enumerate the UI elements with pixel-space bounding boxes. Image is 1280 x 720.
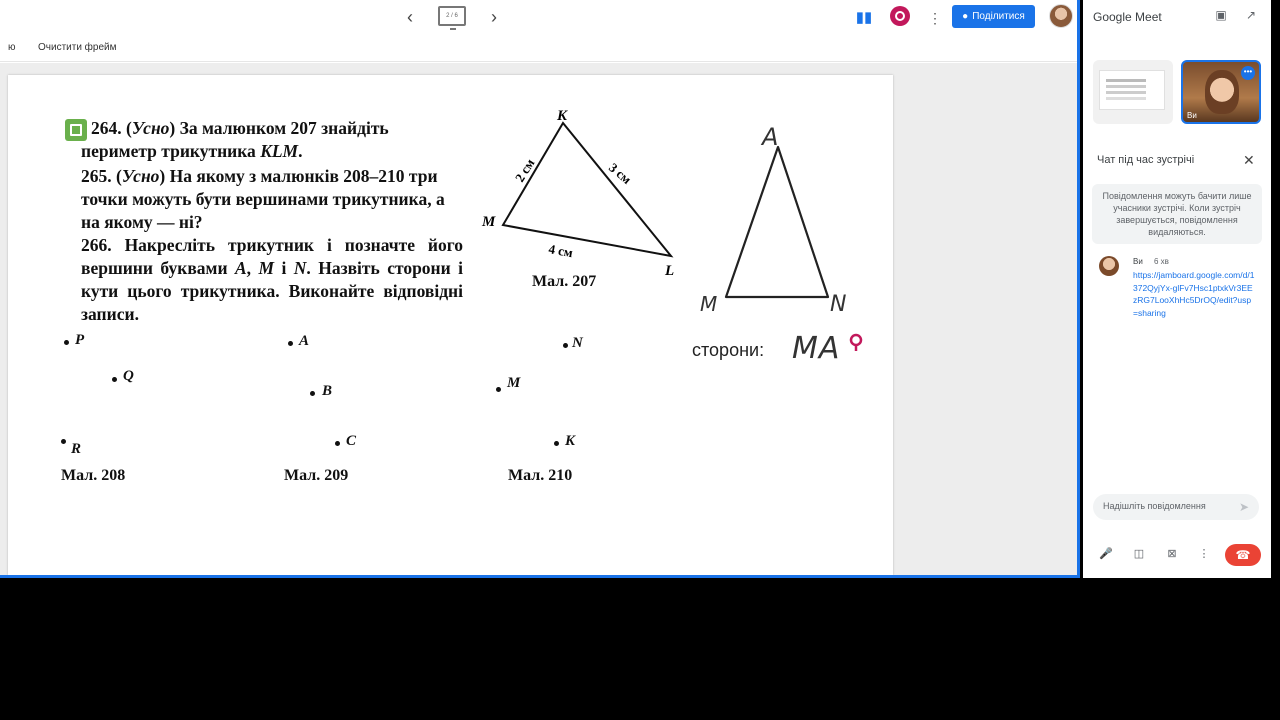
point-q-dot [112,377,117,382]
self-name-label: Ви [1187,111,1197,120]
send-icon[interactable]: ➤ [1239,500,1249,514]
hand-label-n: N [830,292,846,317]
self-video-tile[interactable]: ••• Ви [1181,60,1261,124]
open-in-new-icon[interactable]: ↗ [1243,8,1259,24]
tile-menu-icon[interactable]: ••• [1241,66,1255,80]
message-link[interactable]: https://jamboard.google.com/d/1372QyjYx-… [1133,269,1255,319]
point-m-dot [496,387,501,392]
point-q-label: Q [123,368,134,384]
jamboard-canvas[interactable]: 264. (Усно) За малюнком 207 знайдіть пер… [0,63,1077,575]
point-c-label: C [346,433,357,449]
point-c-dot [335,441,340,446]
figure-208-caption: Мал. 208 [61,467,126,484]
point-a-dot [288,341,293,346]
share-button[interactable]: ● Поділитися [952,5,1035,28]
sides-label: сторони: [692,340,765,360]
meet-side-panel: Google Meet ▣ ↗ ••• Ви Чат під час зустр… [1083,0,1271,578]
problem-264: 264. (Усно) За малюнком 207 знайдіть пер… [81,118,389,161]
triangle-figure-207: K L M 2 см 3 см 4 см [481,108,674,279]
microphone-icon[interactable]: 🎤 [1097,545,1115,563]
message-time: 6 хв [1154,257,1169,266]
point-n-label: N [572,335,583,351]
more-options-icon[interactable]: ⋮ [928,7,942,29]
handwritten-sides: MA [792,331,863,366]
handwritten-ma: MA [792,331,840,366]
textbook-frame[interactable]: 264. (Усно) За малюнком 207 знайдіть пер… [8,75,893,575]
frame-indicator[interactable]: 2 / 6 [438,6,466,30]
person-icon: ● [962,11,969,22]
triangle-amn [724,145,830,299]
problem-266: 266. Накресліть трикутник і позначте йог… [81,235,464,324]
close-icon[interactable]: ✕ [1243,152,1255,169]
meet-title: Google Meet [1093,10,1162,24]
minimize-icon[interactable]: ▣ [1213,8,1229,24]
problem-265: 265. (Усно) На якому з малюнків 208–210 … [81,166,445,232]
hang-up-button[interactable]: ☎ [1225,544,1261,566]
point-k-dot [554,441,559,446]
jamboard-window: ‹ 2 / 6 › ▮▮ ⋮ ● Поділитися ю Очистити ф… [0,0,1080,578]
figure-210-caption: Мал. 210 [508,467,573,484]
side-ml-label: 4 см [547,241,574,260]
side-kl-label: 3 см [606,160,634,187]
marker-cursor-icon [849,333,863,347]
point-p-label: P [75,332,85,348]
prev-frame-button[interactable]: ‹ [399,7,421,29]
handdrawn-triangle: A M N [700,123,846,317]
point-p-dot [64,340,69,345]
chat-title: Чат під час зустрічі [1097,154,1195,166]
jamboard-toolbar: ю Очистити фрейм [0,36,1077,62]
record-icon[interactable] [890,6,910,26]
point-b-label: B [322,383,333,399]
camera-icon[interactable]: ◫ [1130,545,1148,563]
more-options-icon[interactable]: ⋮ [1195,545,1213,563]
toolbar-clipped-label: ю [8,42,16,53]
triangle-klm [501,121,674,258]
meet-activity-icon[interactable]: ▮▮ [853,7,875,29]
jamboard-topbar: ‹ 2 / 6 › ▮▮ ⋮ ● Поділитися [0,0,1077,36]
side-km-label: 2 см [512,156,538,185]
clear-frame-button[interactable]: Очистити фрейм [38,42,117,53]
next-frame-button[interactable]: › [483,7,505,29]
self-video-face [1205,70,1239,114]
hand-label-a: A [760,123,778,151]
vertex-k-label: K [556,108,568,124]
point-r-dot [61,439,66,444]
vertex-l-label: L [664,263,674,279]
present-screen-icon[interactable]: ⊠ [1163,545,1181,563]
vertex-m-label: M [481,214,496,230]
user-avatar[interactable] [1049,4,1073,28]
message-input[interactable]: Надішліть повідомлення [1093,494,1259,520]
screen: ‹ 2 / 6 › ▮▮ ⋮ ● Поділитися ю Очистити ф… [0,0,1280,720]
message-avatar [1099,256,1119,276]
presentation-thumbnail [1099,70,1165,110]
point-n-dot [563,343,568,348]
point-b-dot [310,391,315,396]
point-k-label: K [565,433,576,449]
presentation-tile[interactable] [1093,60,1173,124]
point-r-label: R [71,441,82,457]
point-a-label: A [299,333,310,349]
share-label: Поділитися [972,11,1025,22]
chat-notice: Повідомлення можуть бачити лише учасники… [1092,184,1262,244]
figure-207-caption: Мал. 207 [532,273,597,290]
hand-label-m: M [700,292,717,316]
point-m-label: M [507,375,521,391]
figure-209-caption: Мал. 209 [284,467,349,484]
message-sender: Ви [1133,257,1143,266]
